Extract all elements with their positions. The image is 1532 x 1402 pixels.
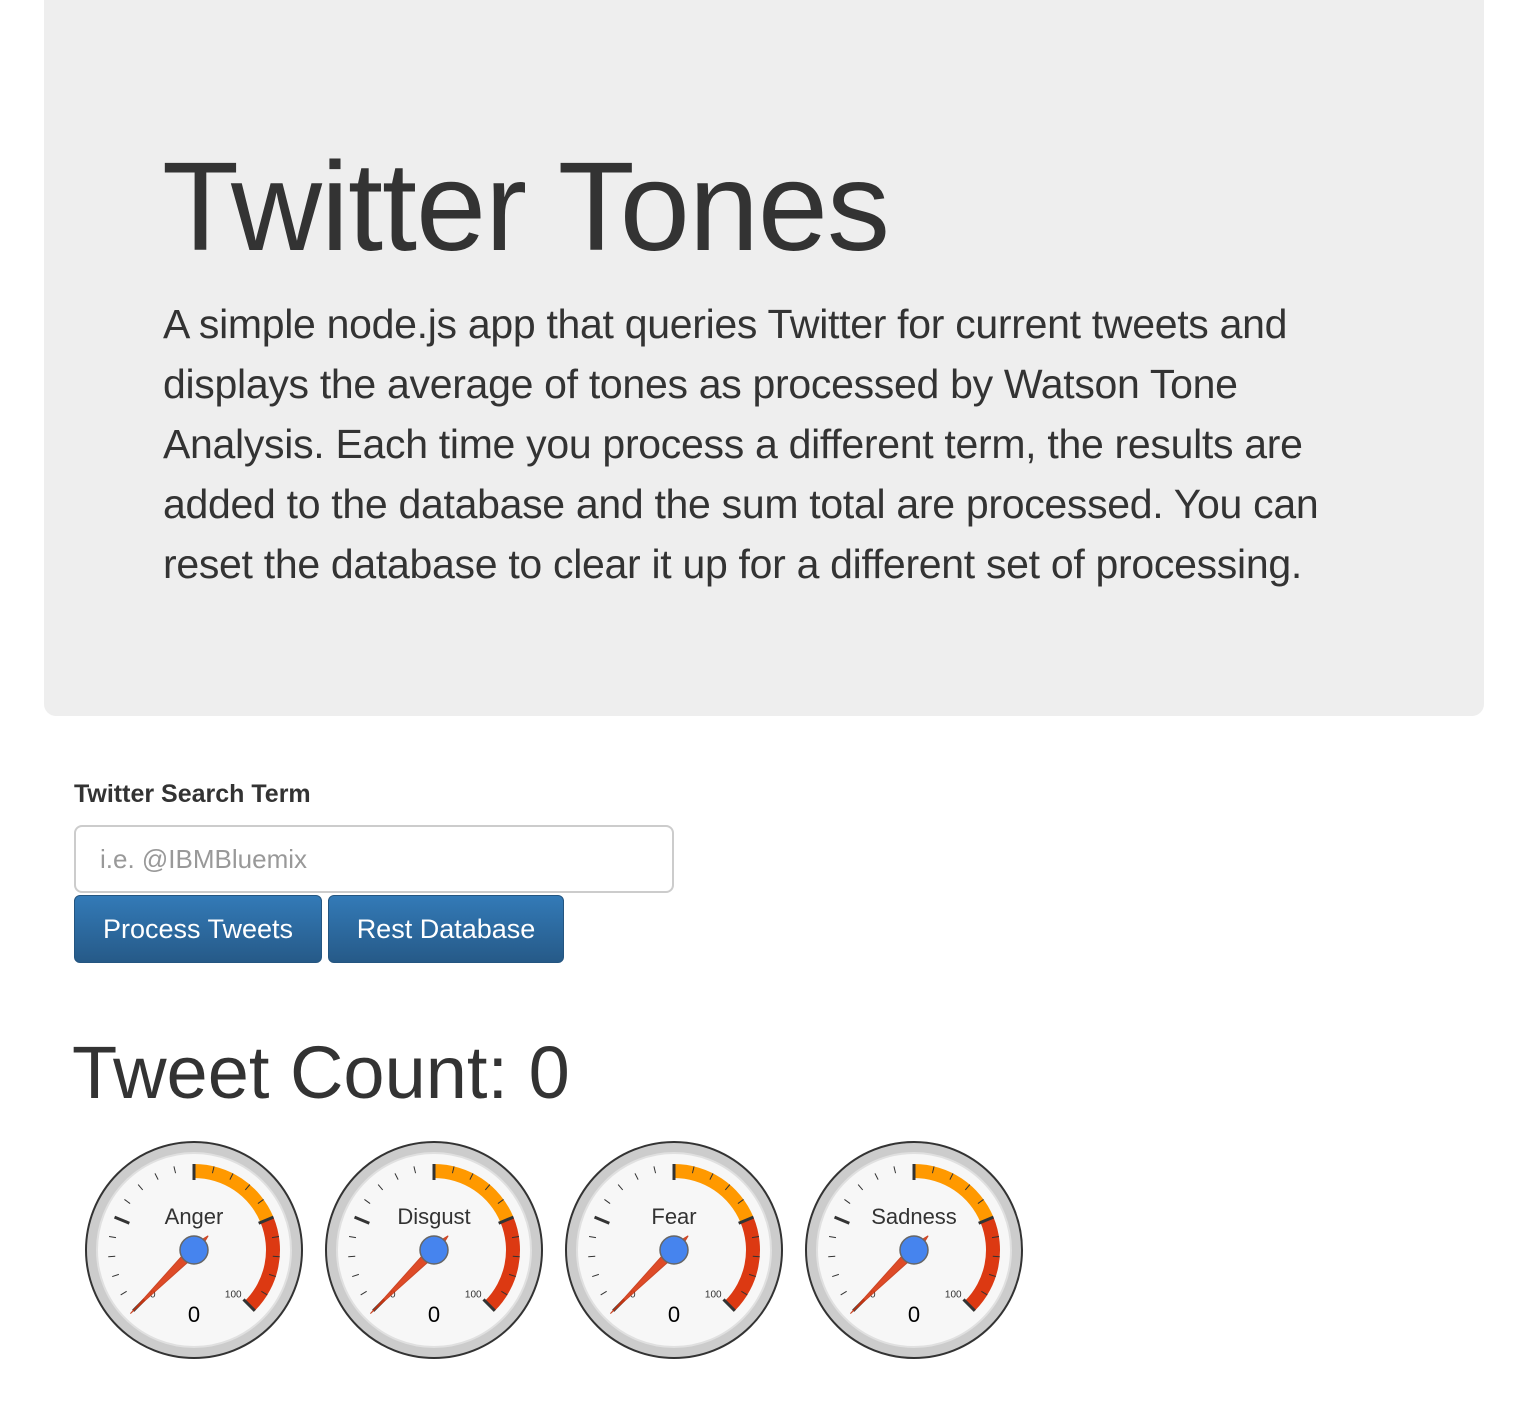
gauge-minor-tick (348, 1255, 356, 1258)
gauge-minor-tick (512, 1255, 520, 1258)
search-input[interactable] (74, 825, 674, 893)
gauge-minor-tick (752, 1255, 760, 1258)
gauge-value: 0 (668, 1302, 680, 1327)
gauge-max-label: 100 (705, 1289, 722, 1300)
gauge-minor-tick (272, 1255, 280, 1258)
gauge-fear: Fear0 1000 (565, 1141, 783, 1359)
search-form: Twitter Search Term Process Tweets Rest … (74, 780, 674, 963)
gauge-minor-tick (992, 1255, 1000, 1258)
gauge-minor-tick (588, 1255, 596, 1258)
process-tweets-button[interactable]: Process Tweets (74, 895, 322, 963)
reset-database-button[interactable]: Rest Database (328, 895, 564, 963)
gauge-label: Sadness (871, 1204, 957, 1229)
jumbotron: Twitter Tones A simple node.js app that … (44, 0, 1484, 716)
app-description: A simple node.js app that queries Twitte… (163, 301, 1319, 587)
gauge-value: 0 (908, 1302, 920, 1327)
gauge-label: Anger (165, 1204, 224, 1229)
gauge-hub (179, 1235, 209, 1265)
gauge-label: Fear (651, 1204, 696, 1229)
gauge-max-label: 100 (465, 1289, 482, 1300)
gauge-sadness: Sadness0 1000 (805, 1141, 1023, 1359)
gauge-minor-tick (108, 1255, 116, 1258)
gauge-label: Disgust (397, 1204, 470, 1229)
button-row: Process Tweets Rest Database (74, 895, 674, 963)
gauge-minor-tick (828, 1255, 836, 1258)
gauge-max-label: 100 (225, 1289, 242, 1300)
gauge-anger: Anger0 1000 (85, 1141, 303, 1359)
gauge-disgust: Disgust0 1000 (325, 1141, 543, 1359)
search-term-label: Twitter Search Term (74, 780, 311, 808)
gauge-hub (899, 1235, 929, 1265)
gauge-value: 0 (188, 1302, 200, 1327)
gauge-hub (659, 1235, 689, 1265)
gauge-hub (419, 1235, 449, 1265)
gauge-max-label: 100 (945, 1289, 962, 1300)
gauge-value: 0 (428, 1302, 440, 1327)
tweet-count-heading: Tweet Count: 0 (72, 1031, 570, 1114)
tone-gauges: Anger 0 100 0 Disgust 0 100 0 Fear 0 100 0 Sadnes… (82, 1138, 1042, 1362)
page-title: Twitter Tones (162, 136, 890, 277)
